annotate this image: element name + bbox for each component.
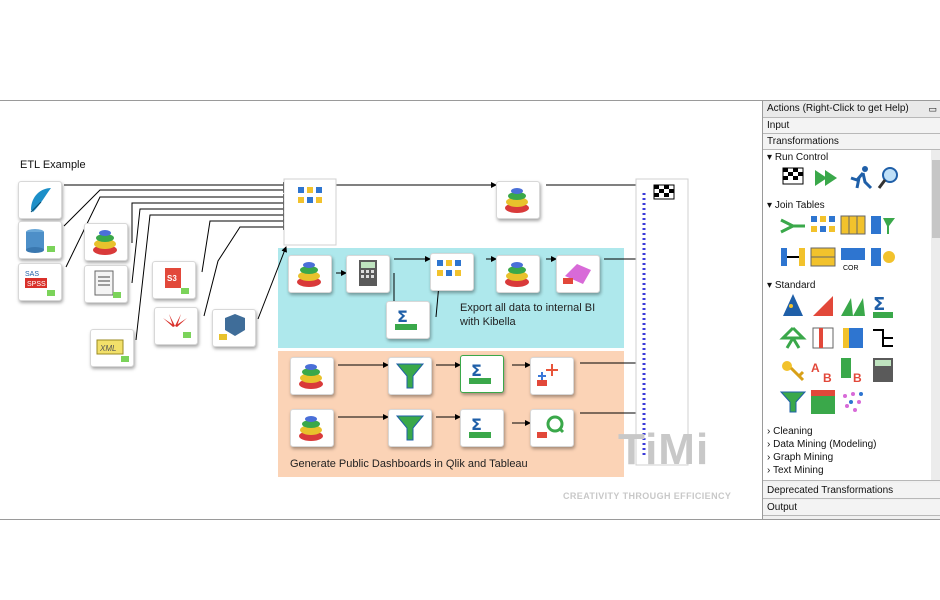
- zone-dashboards-label: Generate Public Dashboards in Qlik and T…: [290, 458, 528, 470]
- rename-table-icon[interactable]: B: [839, 356, 867, 385]
- section-input[interactable]: Input: [763, 118, 940, 134]
- join-arrow-icon[interactable]: [779, 212, 807, 240]
- group-standard[interactable]: ▾ Standard: [767, 280, 815, 291]
- finish-flag-tool-icon[interactable]: [779, 164, 807, 192]
- runner-icon[interactable]: [847, 164, 875, 192]
- join-tables-cor-icon[interactable]: COR: [839, 244, 867, 272]
- node-dash-aggregate-1[interactable]: Σ: [460, 355, 504, 393]
- node-kibella-layers-2[interactable]: [496, 255, 540, 293]
- filter-icon[interactable]: [779, 388, 807, 416]
- actions-panel: Actions (Right-Click to get Help) ▭ Inpu…: [762, 101, 940, 519]
- link-8: [203, 224, 289, 317]
- node-kibella-export[interactable]: [556, 255, 600, 293]
- xml-label: XML: [99, 344, 116, 353]
- s3-label: S3: [167, 274, 177, 283]
- rename-icon[interactable]: AB: [809, 356, 837, 385]
- svg-text:Σ: Σ: [873, 294, 885, 315]
- link-7: [201, 218, 289, 273]
- wizard-hat-icon[interactable]: [779, 292, 807, 320]
- sum-min-max-icon[interactable]: Σ: [869, 292, 897, 320]
- subgroup-cleaning[interactable]: › Cleaning: [767, 426, 813, 437]
- spss-label: SPSS: [27, 281, 46, 288]
- pivot-icon[interactable]: [809, 388, 837, 416]
- scrollbar-thumb[interactable]: [932, 160, 940, 238]
- fast-forward-icon[interactable]: [813, 164, 841, 192]
- subgroup-data-mining[interactable]: › Data Mining (Modeling): [767, 439, 877, 450]
- merge-hub-icon[interactable]: [296, 183, 324, 211]
- node-input-cloud[interactable]: [212, 309, 256, 347]
- join-tables-icon-6[interactable]: [869, 244, 897, 272]
- node-input-xml[interactable]: XML: [90, 329, 134, 367]
- scatter-icon[interactable]: [839, 388, 867, 416]
- join-tables-icon-3[interactable]: [869, 212, 897, 240]
- finish-flag-icon[interactable]: [652, 183, 678, 205]
- workflow-canvas[interactable]: ETL Example TiMi CREATIVITY THROUGH EFFI…: [0, 107, 762, 519]
- node-dash-filter-2[interactable]: [388, 409, 432, 447]
- magnifier-icon[interactable]: [875, 164, 903, 192]
- timi-logo: TiMi: [618, 425, 710, 474]
- node-kibella-calculator[interactable]: [346, 255, 390, 293]
- svg-text:Σ: Σ: [397, 307, 408, 326]
- svg-text:A: A: [811, 361, 820, 375]
- node-dash-qlik[interactable]: [530, 409, 574, 447]
- node-dash-layers-2[interactable]: [290, 409, 334, 447]
- transformations-tree: ▾ Run Control ▾ Join Tables COR ▾ Standa…: [763, 150, 940, 481]
- node-dash-filter-1[interactable]: [388, 357, 432, 395]
- svg-text:Σ: Σ: [471, 361, 482, 380]
- sort-icon[interactable]: [809, 292, 837, 320]
- node-input-feather[interactable]: [18, 181, 62, 219]
- join-tables-icon-5[interactable]: [809, 244, 837, 272]
- workflow-title: ETL Example: [20, 159, 86, 171]
- node-kibella-aggregate[interactable]: Σ: [386, 301, 430, 339]
- calculator-icon[interactable]: [869, 356, 897, 384]
- group-join-tables[interactable]: ▾ Join Tables: [767, 200, 825, 211]
- section-output[interactable]: Output: [763, 500, 940, 516]
- panel-header-text: Actions (Right-Click to get Help): [767, 103, 909, 114]
- subgroup-graph-mining[interactable]: › Graph Mining: [767, 452, 833, 463]
- sas-label: SAS: [25, 271, 39, 278]
- node-output-layers-top[interactable]: [496, 181, 540, 219]
- node-kibella-layers[interactable]: [288, 255, 332, 293]
- svg-text:B: B: [853, 371, 862, 384]
- node-input-database[interactable]: [18, 221, 62, 259]
- node-input-huawei[interactable]: [154, 307, 198, 345]
- section-deprecated[interactable]: Deprecated Transformations: [763, 483, 940, 499]
- node-input-layers[interactable]: [84, 223, 128, 261]
- svg-text:B: B: [823, 371, 832, 384]
- app-window: ETL Example TiMi CREATIVITY THROUGH EFFI…: [0, 100, 940, 520]
- node-input-text-file[interactable]: [84, 265, 128, 303]
- node-input-s3[interactable]: S3: [152, 261, 196, 299]
- stats-icon[interactable]: [839, 292, 867, 320]
- panel-header: Actions (Right-Click to get Help) ▭: [763, 101, 940, 118]
- join-tables-icon-4[interactable]: [779, 244, 807, 272]
- subgroup-text-mining[interactable]: › Text Mining: [767, 465, 824, 476]
- split-icon[interactable]: [839, 324, 867, 352]
- route-icon[interactable]: [869, 324, 897, 352]
- node-dash-aggregate-2[interactable]: Σ: [460, 409, 504, 447]
- join-tables-icon-1[interactable]: [809, 212, 837, 240]
- node-dash-layers-1[interactable]: [290, 357, 334, 395]
- columns-icon[interactable]: [809, 324, 837, 352]
- end-hub: [635, 178, 689, 466]
- node-input-sas-spss[interactable]: SAS SPSS: [18, 263, 62, 301]
- tree-scrollbar[interactable]: [931, 150, 940, 480]
- node-kibella-join[interactable]: [430, 253, 474, 291]
- join-tables-icon-2[interactable]: [839, 212, 867, 240]
- cor-label: COR: [843, 265, 859, 272]
- timi-slogan: CREATIVITY THROUGH EFFICIENCY: [563, 491, 732, 501]
- section-transformations[interactable]: Transformations: [763, 134, 940, 150]
- key-icon[interactable]: [779, 356, 807, 384]
- group-run-control[interactable]: ▾ Run Control: [767, 152, 828, 163]
- zone-kibella-label: Export all data to internal BI with Kibe…: [460, 302, 596, 328]
- svg-text:Σ: Σ: [471, 415, 482, 434]
- node-dash-tableau[interactable]: [530, 357, 574, 395]
- undock-icon[interactable]: ▭: [928, 101, 937, 117]
- tree-icon[interactable]: [779, 324, 807, 352]
